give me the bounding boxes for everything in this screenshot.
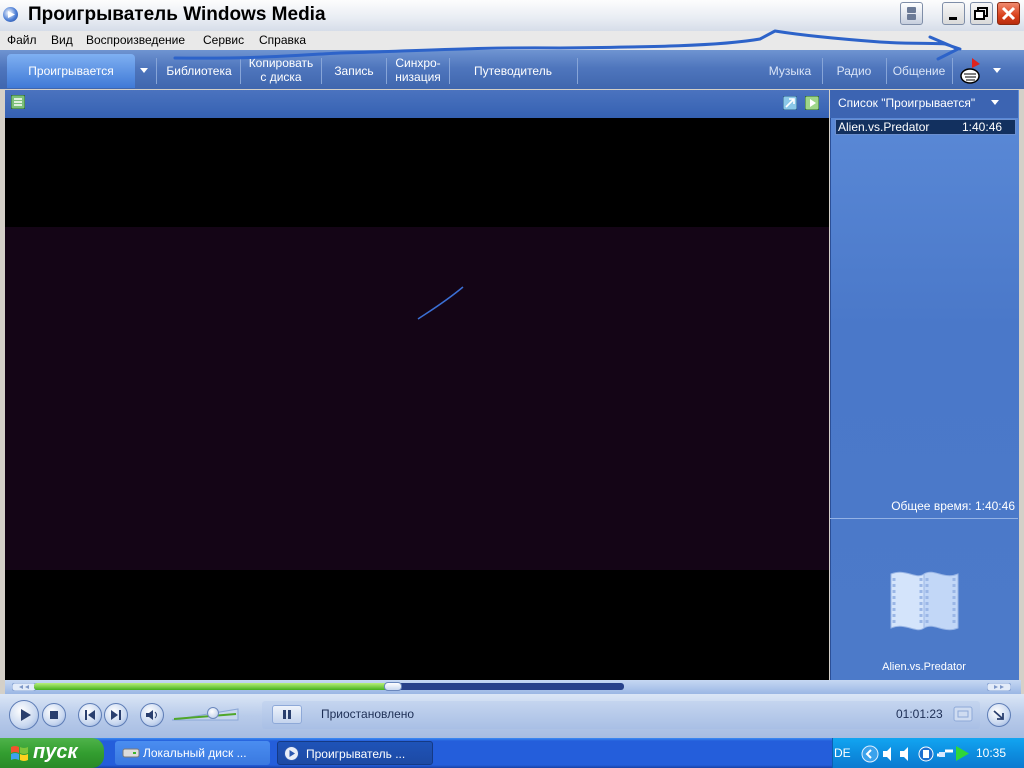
switch-skin-button[interactable] [987, 703, 1011, 727]
restore-button[interactable] [900, 2, 923, 25]
stop-icon [50, 711, 58, 719]
show-playlist-icon[interactable] [805, 96, 819, 110]
seek-forward-icon[interactable] [987, 683, 1011, 691]
tray-speaker-icon[interactable] [882, 746, 918, 762]
playlist-total-time: Общее время: 1:40:46 [891, 499, 1015, 513]
playlist-item-title: Alien.vs.Predator [838, 120, 930, 134]
tray-connection-icon[interactable] [936, 746, 954, 762]
restore-icon [907, 7, 916, 20]
playlist-dropdown-icon[interactable] [991, 100, 1001, 106]
playlist-divider [830, 518, 1018, 519]
skin-mode-icon [993, 710, 1004, 720]
video-frame [5, 227, 829, 570]
playlist-title[interactable]: Список "Проигрывается" [838, 96, 975, 110]
prev-icon [85, 710, 95, 720]
play-button[interactable] [9, 700, 39, 730]
playback-time: 01:01:23 [896, 707, 943, 721]
next-icon [111, 710, 121, 720]
minimize-icon [949, 17, 957, 20]
maximize-icon [974, 7, 988, 20]
seek-progress [34, 683, 388, 690]
volume-thumb[interactable] [207, 707, 219, 719]
maximize-button[interactable] [970, 2, 993, 25]
previous-button[interactable] [78, 703, 102, 727]
tray-collapse-icon[interactable] [860, 744, 880, 764]
window-title: Проигрыватель Windows Media [28, 4, 326, 25]
play-icon [21, 709, 31, 721]
fullscreen-icon[interactable] [783, 96, 797, 110]
wmp-taskbar-icon [284, 746, 299, 761]
clock: 10:35 [976, 746, 1007, 760]
seek-back-icon[interactable] [12, 683, 36, 691]
tray-network-icon[interactable] [918, 746, 934, 762]
mute-button[interactable] [140, 703, 164, 727]
minimode-icon[interactable] [953, 706, 973, 722]
start-label: пуск [33, 741, 78, 763]
annotation-stroke [173, 29, 962, 61]
minimize-button[interactable] [942, 2, 965, 25]
pause-button[interactable] [272, 705, 302, 724]
playlist-item-duration: 1:40:46 [962, 120, 1003, 134]
windows-logo-icon [11, 746, 28, 761]
close-icon [1001, 6, 1016, 21]
playback-status: Приостановлено [321, 707, 415, 721]
taskbar-button-wmp[interactable]: Проигрыватель ... [277, 741, 433, 765]
mute-icon [146, 710, 157, 720]
taskbar-label-wmp: Проигрыватель ... [306, 747, 406, 761]
tray-play-icon[interactable] [954, 745, 970, 762]
annotation-mark [417, 286, 464, 320]
seek-thumb[interactable] [384, 682, 402, 691]
language-indicator[interactable]: DE [834, 746, 851, 760]
wmp-logo-icon[interactable] [3, 7, 18, 22]
close-button[interactable] [997, 2, 1020, 25]
pause-icon [283, 710, 291, 719]
taskbar-label-local-disk: Локальный диск ... [143, 746, 247, 760]
filmstrip-icon [890, 571, 959, 631]
show-menu-icon[interactable] [11, 95, 25, 109]
stop-button[interactable] [42, 703, 66, 727]
volume-slider[interactable] [170, 705, 242, 723]
next-button[interactable] [104, 703, 128, 727]
drive-icon [122, 748, 140, 758]
video-toolbar [5, 90, 829, 118]
album-label: Alien.vs.Predator [882, 661, 966, 673]
